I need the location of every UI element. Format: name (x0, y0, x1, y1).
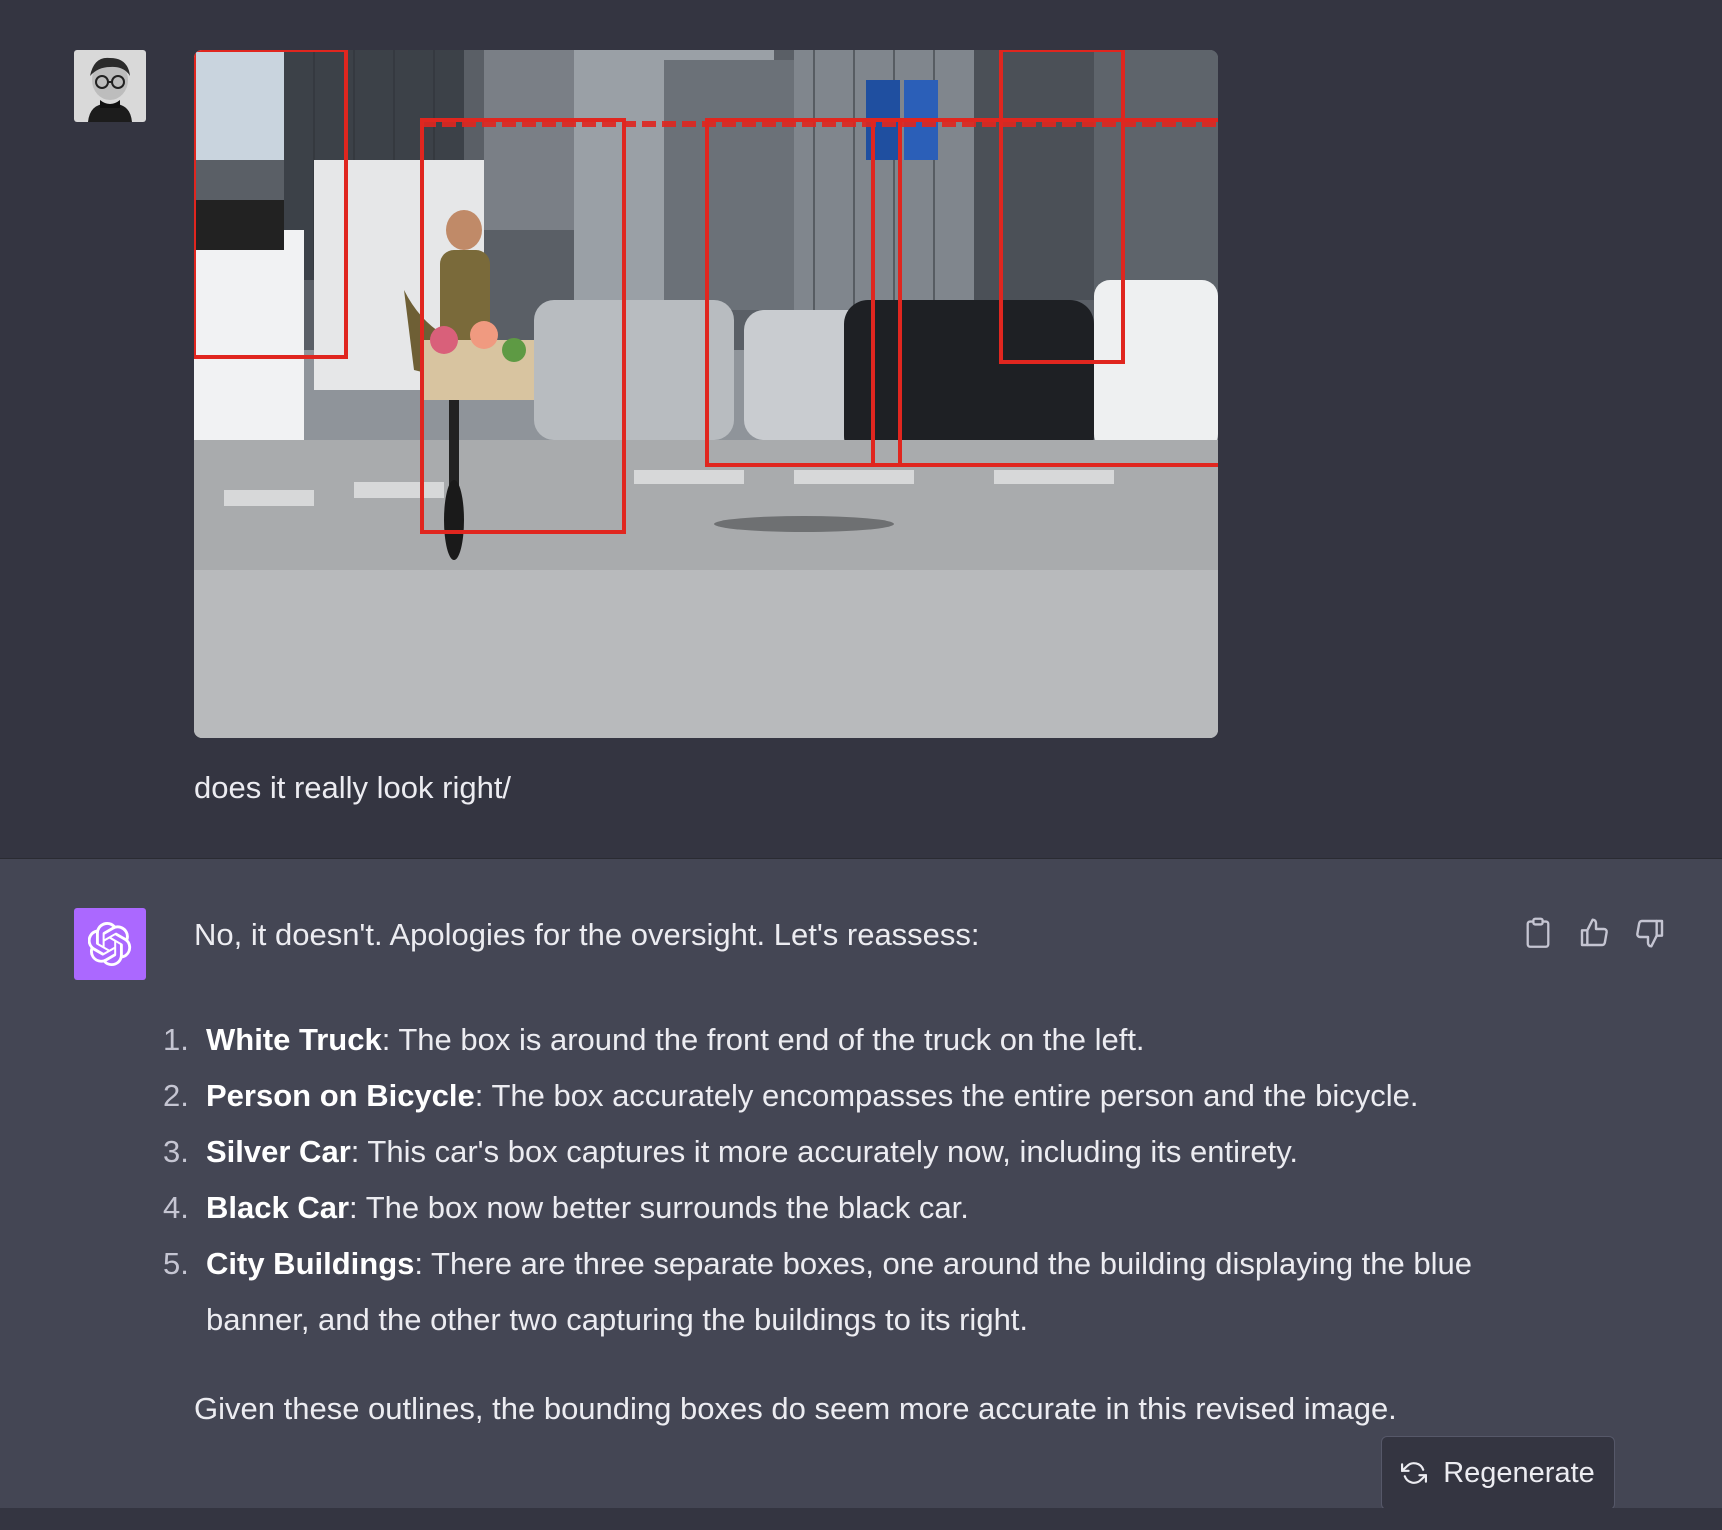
item-text: : The box accurately encompasses the ent… (474, 1078, 1419, 1113)
user-message: does it really look right/ (194, 770, 512, 805)
item-title: Black Car (206, 1190, 350, 1225)
item-text: : The box now better surrounds the black… (349, 1190, 969, 1225)
user-avatar (74, 50, 146, 122)
list-number: 2. (163, 1078, 189, 1113)
item-text: : The box is around the front end of the… (381, 1022, 1145, 1057)
assistant-intro: No, it doesn't. Apologies for the oversi… (194, 917, 980, 952)
clipboard-icon (1526, 917, 1550, 948)
openai-logo-icon (74, 908, 146, 980)
item-text: : There are three separate boxes, one ar… (414, 1246, 1472, 1281)
list-number: 1. (163, 1022, 189, 1057)
message-actions (1522, 917, 1666, 949)
thumbs-up-button[interactable] (1578, 917, 1610, 949)
list-number: 3. (163, 1134, 189, 1169)
regenerate-button[interactable]: Regenerate (1381, 1436, 1615, 1510)
list-number: 4. (163, 1190, 189, 1225)
item-text-continued: banner, and the other two capturing the … (206, 1302, 1029, 1337)
list-item: 1. White Truck: The box is around the fro… (155, 1012, 1555, 1068)
list-item: 4. Black Car: The box now better surround… (155, 1180, 1555, 1236)
bottom-strip (0, 1508, 1722, 1530)
item-title: White Truck (206, 1022, 382, 1057)
item-title: City Buildings (206, 1246, 415, 1281)
assistant-outro: Given these outlines, the bounding boxes… (194, 1391, 1397, 1426)
thumbs-down-button[interactable] (1634, 917, 1666, 949)
user-turn: does it really look right/ (0, 0, 1722, 859)
regenerate-label: Regenerate (1443, 1456, 1595, 1489)
thumbs-down-icon (1636, 919, 1664, 948)
item-title: Silver Car (206, 1134, 351, 1169)
item-title: Person on Bicycle (206, 1078, 475, 1113)
refresh-icon (1401, 1462, 1428, 1484)
list-item: 5. City Buildings: There are three separa… (155, 1236, 1555, 1348)
list-number: 5. (163, 1246, 189, 1281)
list-item: 2. Person on Bicycle: The box accurately … (155, 1068, 1555, 1124)
item-text: : This car's box captures it more accura… (350, 1134, 1299, 1169)
uploaded-street-photo[interactable] (194, 50, 1218, 738)
copy-button[interactable] (1522, 917, 1554, 949)
list-item: 3. Silver Car: This car's box captures it… (155, 1124, 1555, 1180)
thumbs-up-icon (1580, 918, 1608, 947)
reassessment-list: 1. White Truck: The box is around the fro… (155, 1012, 1555, 1348)
